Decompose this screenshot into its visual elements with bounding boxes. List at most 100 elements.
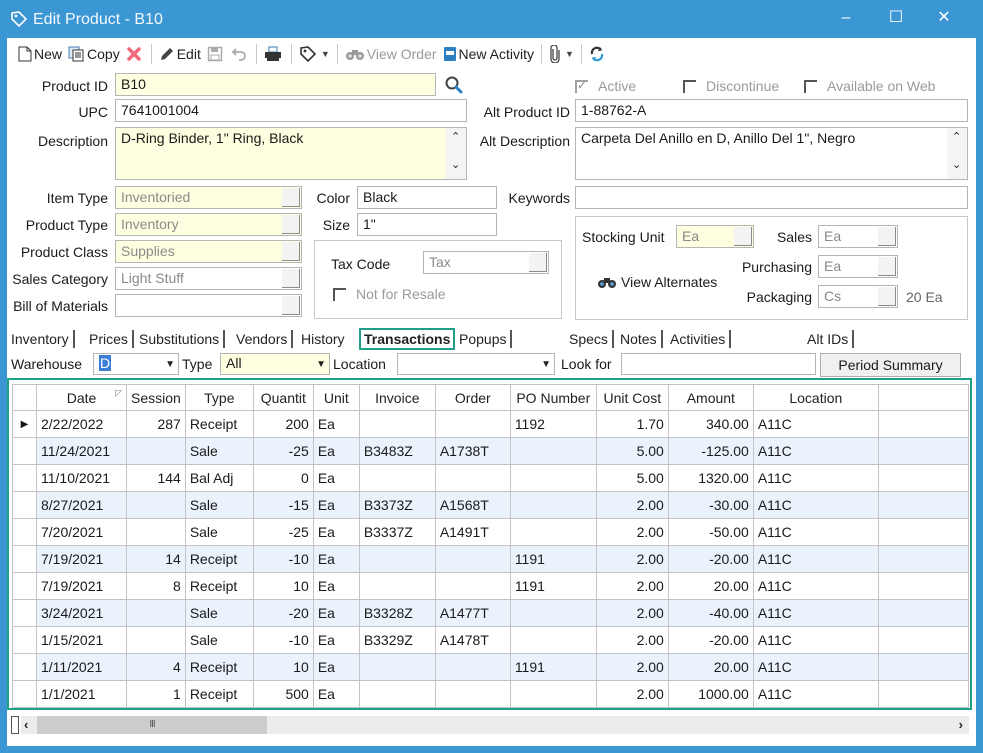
tab-history[interactable]: History [301,330,349,348]
cell-location[interactable]: A11C [752,572,879,600]
cell-date[interactable]: 1/11/2021 [36,653,127,681]
cell-blank[interactable] [877,464,969,492]
save-button[interactable] [204,42,228,66]
product-id-input[interactable]: B10 [115,73,436,96]
cell-po-number[interactable] [509,626,597,654]
combo-button[interactable] [878,287,896,306]
cell-quantity[interactable]: 200 [252,410,314,438]
cell-invoice[interactable]: B3329Z [358,626,436,654]
cell-blank[interactable] [877,599,969,627]
cell-session[interactable]: 1 [126,680,186,708]
cell-location[interactable]: A11C [752,599,879,627]
combo-button[interactable] [529,253,547,272]
cell-invoice[interactable]: B3483Z [358,437,436,465]
product-class-combo[interactable]: Supplies [115,240,302,263]
cell-location[interactable]: A11C [752,545,879,573]
cell-type[interactable]: Receipt [184,545,254,573]
cell-session[interactable]: 4 [126,653,186,681]
cell-po-number[interactable] [509,437,597,465]
column-header-invoice[interactable]: Invoice [358,384,436,411]
row-header[interactable] [12,491,37,519]
cell-blank[interactable] [877,653,969,681]
cell-unit[interactable]: Ea [312,653,360,681]
cell-blank[interactable] [877,410,969,438]
scroll-left-icon[interactable]: ‹ [24,716,28,734]
cell-type[interactable]: Receipt [184,410,254,438]
cell-order[interactable] [434,545,511,573]
cell-unit-cost[interactable]: 2.00 [595,572,669,600]
view-order-button[interactable]: View Order [342,42,440,66]
cell-location[interactable]: A11C [752,437,879,465]
type-dropdown[interactable]: All ▼ [220,353,330,375]
not-for-resale-checkbox[interactable]: Not for Resale [333,286,445,302]
cell-amount[interactable]: 20.00 [667,572,754,600]
cell-invoice[interactable] [358,410,436,438]
minimize-button[interactable]: ‒ [823,0,869,36]
cell-amount[interactable]: -40.00 [667,599,754,627]
combo-button[interactable] [282,215,300,234]
cell-blank[interactable] [877,680,969,708]
cell-unit-cost[interactable]: 2.00 [595,626,669,654]
cell-location[interactable]: A11C [752,680,879,708]
active-checkbox[interactable]: Active [575,78,636,94]
column-header-amount[interactable]: Amount [667,384,754,411]
cell-unit-cost[interactable]: 2.00 [595,599,669,627]
row-header[interactable] [12,437,37,465]
location-dropdown[interactable]: ▼ [397,353,555,375]
row-header[interactable] [12,572,37,600]
cell-po-number[interactable] [509,599,597,627]
keywords-input[interactable] [575,186,968,209]
cell-order[interactable]: A1568T [434,491,511,519]
dropdown-arrow-icon[interactable]: ▼ [165,359,175,370]
cell-session[interactable] [126,626,186,654]
cell-invoice[interactable] [358,653,436,681]
cell-blank[interactable] [877,572,969,600]
cell-location[interactable]: A11C [752,626,879,654]
tag-dropdown-button[interactable]: ▼ [296,42,333,66]
row-header[interactable] [12,653,37,681]
column-header-location[interactable]: Location [752,384,879,411]
scroll-up-icon[interactable]: ⌃ [451,130,460,143]
available-on-web-checkbox[interactable]: Available on Web [804,78,935,94]
tab-activities[interactable]: Activities [670,330,732,348]
cell-date[interactable]: 7/20/2021 [36,518,127,546]
cell-type[interactable]: Sale [184,437,254,465]
refresh-button[interactable] [586,42,610,66]
cell-session[interactable]: 8 [126,572,186,600]
stocking-unit-combo[interactable]: Ea [676,225,754,248]
tab-vendors[interactable]: Vendors [236,330,294,348]
row-header[interactable] [12,518,37,546]
cell-unit[interactable]: Ea [312,680,360,708]
cell-unit-cost[interactable]: 2.00 [595,518,669,546]
cell-blank[interactable] [877,545,969,573]
tab-popups[interactable]: Popups [459,330,513,348]
cell-order[interactable] [434,680,511,708]
cell-quantity[interactable]: 0 [252,464,314,492]
cell-amount[interactable]: -20.00 [667,545,754,573]
size-input[interactable]: 1" [357,213,497,236]
cell-order[interactable] [434,410,511,438]
tab-notes[interactable]: Notes [620,330,663,348]
cell-po-number[interactable]: 1191 [509,572,597,600]
scrollbar-thumb[interactable]: III [37,716,267,734]
warehouse-dropdown[interactable]: D ▼ [93,353,179,375]
current-row-indicator-icon[interactable]: ▶ [12,410,37,438]
cell-unit[interactable]: Ea [312,572,360,600]
cell-unit[interactable]: Ea [312,464,360,492]
cell-unit-cost[interactable]: 5.00 [595,437,669,465]
maximize-button[interactable]: ☐ [873,0,919,36]
column-header-quantity[interactable]: Quantit [252,384,314,411]
cell-unit-cost[interactable]: 2.00 [595,545,669,573]
cell-order[interactable]: A1478T [434,626,511,654]
cell-unit[interactable]: Ea [312,545,360,573]
cell-type[interactable]: Sale [184,491,254,519]
print-button[interactable] [261,42,287,66]
combo-button[interactable] [282,296,300,315]
scroll-up-icon[interactable]: ⌃ [952,130,961,143]
cell-blank[interactable] [877,491,969,519]
cell-unit[interactable]: Ea [312,437,360,465]
cell-po-number[interactable] [509,464,597,492]
cell-amount[interactable]: 1000.00 [667,680,754,708]
cell-order[interactable] [434,653,511,681]
cell-blank[interactable] [877,437,969,465]
